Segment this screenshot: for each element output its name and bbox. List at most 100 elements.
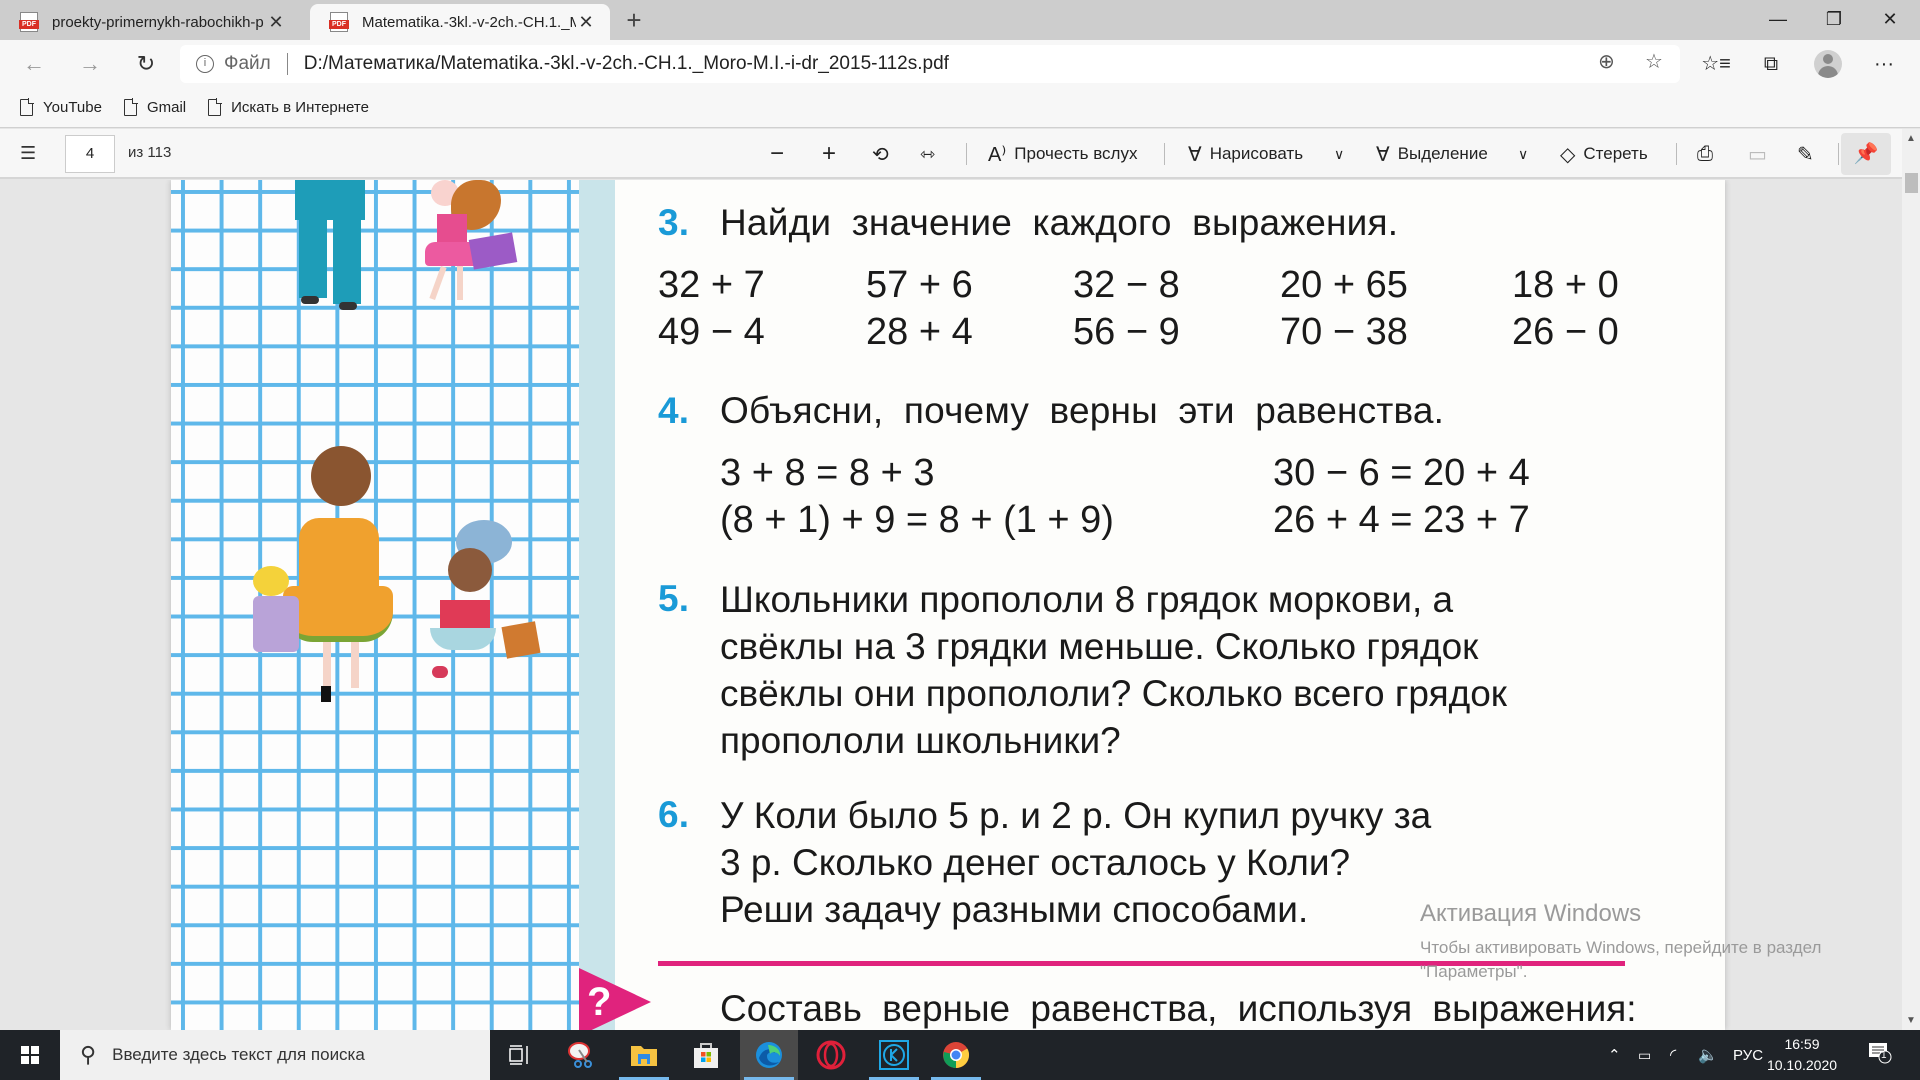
info-icon[interactable]: i [196,55,214,73]
read-aloud-icon: A⁾ [988,143,1007,166]
battery-icon[interactable]: ▭ [1638,1030,1651,1080]
start-button[interactable] [0,1030,60,1080]
zoom-icon[interactable]: ⊕ [1598,49,1615,74]
separator [286,53,288,75]
microsoft-store-icon [694,1043,718,1068]
zoom-in-button[interactable]: + [822,138,836,170]
forward-button[interactable]: → [72,48,108,80]
more-menu-icon[interactable]: ··· [1866,49,1902,79]
tab-proekty[interactable]: proekty-primernykh-rabochikh-p ✕ [0,4,300,40]
table-of-contents-icon[interactable]: ☰ [20,143,40,163]
close-tab-icon[interactable]: ✕ [266,12,286,33]
profile-avatar[interactable] [1814,50,1842,78]
bookmark-youtube[interactable]: YouTube [20,98,102,116]
expression: 18 + 0 [1512,264,1619,306]
task-number: 5. [658,578,690,619]
new-tab-button[interactable]: + [616,4,652,36]
task-view-icon [509,1045,528,1065]
text-line: пропололи школьники? [720,720,1121,761]
pen-icon: ∀ [1188,143,1202,166]
close-window-button[interactable]: ✕ [1862,0,1918,38]
navigation-bar: ← → ↻ i Файл D:/Математика/Matematika.-3… [0,40,1920,88]
read-aloud-button[interactable]: A⁾ Прочесть вслух [988,138,1137,170]
taskbar-app-opera[interactable] [802,1030,860,1080]
highlight-label: Выделение [1397,144,1488,163]
windows-logo-icon [21,1046,39,1064]
rotate-icon[interactable]: ⟲ [872,138,889,170]
scroll-down-icon[interactable]: ▼ [1906,1015,1916,1026]
taskbar-app-file-explorer[interactable] [615,1030,673,1080]
taskbar-app-microsoft-store[interactable] [677,1030,735,1080]
clock[interactable]: 16:59 10.10.2020 [1762,1034,1842,1076]
task-6-number: 6. [658,794,720,836]
expression: 49 − 4 [658,311,765,353]
illustration-girl-pink [411,180,521,320]
toolbar-divider [1164,143,1165,165]
equality: (8 + 1) + 9 = 8 + (1 + 9) [720,499,1114,541]
back-button[interactable]: ← [16,48,52,80]
taskbar-app-chrome[interactable] [927,1030,985,1080]
taskbar-app-snipping-tool[interactable] [552,1030,610,1080]
page-icon [123,98,138,116]
vertical-scrollbar[interactable]: ▲ ▼ [1902,129,1920,1030]
task-3-heading: 3. Найди значение каждого выражения. [658,202,1398,244]
page-margin-strip [579,180,615,1030]
scrollbar-thumb[interactable] [1905,173,1918,193]
expression: 70 − 38 [1280,311,1408,353]
language-indicator[interactable]: РУС [1733,1030,1763,1080]
volume-icon[interactable]: 🔈 [1698,1030,1718,1080]
bonus-task-text: Составь верные равенства, используя выра… [720,988,1637,1029]
show-hidden-icons-button[interactable]: ⌃ [1608,1030,1621,1080]
draw-options-chevron-icon[interactable]: ∨ [1334,138,1344,170]
taskbar-search[interactable]: ⚲ Введите здесь текст для поиска [60,1030,490,1080]
illustration-father [295,180,365,310]
close-tab-icon[interactable]: ✕ [576,12,596,33]
address-bar[interactable]: i Файл D:/Математика/Matematika.-3kl.-v-… [180,45,1680,83]
task-view-button[interactable] [490,1030,548,1080]
pin-toolbar-icon[interactable]: 📌 [1841,133,1891,175]
k-app-icon [879,1040,909,1070]
pdf-icon [329,12,349,32]
favorites-icon[interactable]: ☆≡ [1698,49,1734,79]
restore-button[interactable]: ❐ [1806,0,1862,38]
tab-title: Matematika.-3kl.-v-2ch.-CH.1._M [362,13,576,31]
zoom-out-button[interactable]: − [770,138,784,170]
collections-icon[interactable]: ⧉ [1753,49,1789,79]
text-line: 3 р. Сколько денег осталось у Коли? [720,842,1351,883]
highlight-options-chevron-icon[interactable]: ∨ [1518,138,1528,170]
task-number: 3. [658,202,690,243]
tab-title: proekty-primernykh-rabochikh-p [52,13,264,31]
task-5-number: 5. [658,578,720,620]
highlighter-icon: ∀ [1376,143,1390,166]
wifi-icon[interactable]: ◜ [1670,1030,1676,1080]
scroll-up-icon[interactable]: ▲ [1906,133,1916,144]
file-explorer-icon [631,1046,657,1066]
url-text[interactable]: D:/Математика/Matematika.-3kl.-v-2ch.-CH… [304,53,949,75]
clock-date: 10.10.2020 [1766,1057,1838,1073]
text-line: свёклы они пропололи? Сколько всего гряд… [720,673,1507,714]
taskbar-app-edge[interactable] [740,1030,798,1080]
taskbar-app-k[interactable] [865,1030,923,1080]
expression: 28 + 4 [866,311,973,353]
draw-button[interactable]: ∀ Нарисовать [1188,138,1303,170]
bookmark-search[interactable]: Искать в Интернете [208,98,369,116]
bookmark-gmail[interactable]: Gmail [123,98,186,116]
notification-icon [1869,1043,1892,1064]
print-icon[interactable]: ⎙ [1697,138,1713,170]
minimize-button[interactable]: — [1750,0,1806,38]
refresh-button[interactable]: ↻ [128,48,164,80]
expression-row: 49 − 4 28 + 4 56 − 9 70 − 38 26 − 0 [658,311,1619,354]
highlight-button[interactable]: ∀ Выделение [1376,138,1488,170]
bookmark-label: YouTube [43,99,102,116]
add-favorite-icon[interactable]: ☆ [1645,49,1663,74]
pdf-toolbar: ☰ 4 из 113 − + ⟲ ⇿ A⁾ Прочесть вслух ∀ Н… [0,129,1920,179]
save-as-icon[interactable]: ✎ [1797,138,1814,170]
tab-matematika[interactable]: Matematika.-3kl.-v-2ch.-CH.1._M ✕ [310,4,610,40]
page-icon [208,98,223,116]
expression-row: 32 + 7 57 + 6 32 − 8 20 + 65 18 + 0 [658,264,1619,307]
expression: 20 + 65 [1280,264,1408,306]
fit-page-icon[interactable]: ⇿ [920,138,935,170]
notification-center-button[interactable]: 1 [1868,1042,1892,1064]
page-number-input[interactable]: 4 [65,135,115,173]
erase-button[interactable]: ◇ Стереть [1560,138,1648,170]
